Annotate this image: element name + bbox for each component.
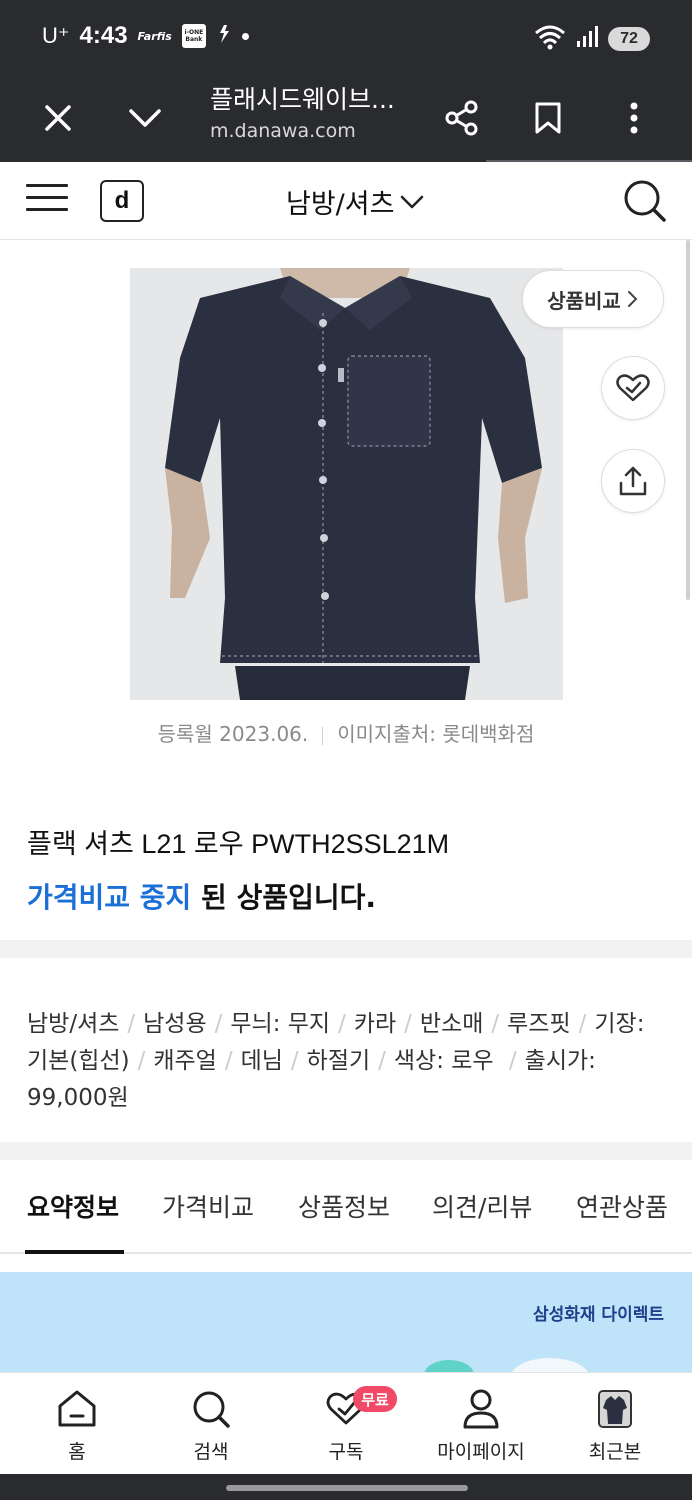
tab-product-info[interactable]: 상품정보	[298, 1188, 390, 1224]
tab-reviews[interactable]: 의견/리뷰	[432, 1188, 532, 1224]
denim-shirt-photo	[130, 268, 563, 700]
chevron-down-icon	[401, 195, 424, 208]
more-notifications-dot	[241, 32, 249, 40]
registered-date: 등록월 2023.06.	[157, 722, 309, 746]
system-navigation-bar	[0, 1474, 692, 1500]
search-button[interactable]	[622, 178, 668, 224]
share-icon	[445, 100, 478, 136]
product-name: 플랙 셔츠 L21 로우 PWTH2SSL21M	[27, 829, 450, 859]
heart-check-icon	[616, 374, 650, 402]
bookmark-button[interactable]	[520, 90, 576, 146]
banner-text: 삼성화재 다이렉트	[532, 1305, 664, 1325]
nav-label: 검색	[193, 1441, 229, 1463]
search-icon	[189, 1387, 233, 1431]
browser-toolbar: 플래시드웨이브... m.danawa.com	[0, 76, 692, 162]
detail-tabs: 요약정보 가격비교 상품정보 의견/리뷰 연관상품	[0, 1162, 692, 1254]
hamburger-line	[26, 184, 68, 187]
spec-item: 캐주얼	[153, 1048, 217, 1074]
collapse-button[interactable]	[117, 90, 173, 146]
more-vertical-icon	[630, 102, 638, 134]
bookmark-icon	[535, 102, 561, 134]
spec-item: 남방/셔츠	[27, 1011, 120, 1037]
chevron-right-icon	[627, 291, 638, 307]
nav-home[interactable]: 홈	[22, 1373, 132, 1475]
person-icon	[459, 1387, 503, 1431]
close-icon	[45, 105, 71, 131]
product-compare-button[interactable]: 상품비교	[522, 270, 664, 328]
spec-item: 남성용	[143, 1011, 207, 1037]
tab-summary[interactable]: 요약정보	[27, 1188, 119, 1224]
carrier-label: U⁺	[42, 23, 70, 48]
scrollbar[interactable]	[686, 240, 690, 600]
share-product-button[interactable]	[601, 449, 665, 513]
signal-icon	[576, 25, 600, 53]
menu-button[interactable]	[26, 184, 68, 216]
status-bar: U⁺ 4:43 Farfis i-ONE Bank 72	[0, 0, 692, 76]
spec-item: 색상: 로우	[393, 1048, 501, 1074]
spec-item: 루즈핏	[507, 1011, 571, 1037]
page-title[interactable]: 플래시드웨이브...	[210, 80, 395, 116]
category-label: 남방/셔츠	[286, 189, 395, 220]
search-icon	[624, 180, 666, 222]
close-tab-button[interactable]	[30, 90, 86, 146]
meta-separator	[322, 726, 324, 745]
product-meta: 등록월 2023.06. 이미지출처: 롯데백화점	[0, 718, 692, 747]
free-badge: 무료	[353, 1386, 397, 1412]
home-indicator[interactable]	[226, 1485, 468, 1491]
section-divider	[0, 1142, 692, 1160]
ad-banner[interactable]: 삼성화재 다이렉트	[0, 1272, 692, 1374]
status-bar-right: 72	[534, 24, 650, 54]
nav-label: 구독	[328, 1441, 364, 1463]
hamburger-line	[26, 196, 68, 199]
tab-price-compare[interactable]: 가격비교	[162, 1188, 254, 1224]
hamburger-line	[26, 208, 68, 211]
wifi-icon	[534, 24, 568, 54]
wishlist-button[interactable]	[601, 356, 665, 420]
price-status: 가격비교 중지 된 상품입니다.	[27, 876, 376, 916]
spec-item: 데님	[240, 1048, 283, 1074]
page-url[interactable]: m.danawa.com	[210, 120, 356, 142]
nav-label: 홈	[68, 1441, 86, 1463]
spec-item: 무늬: 무지	[230, 1011, 331, 1037]
home-icon	[55, 1387, 99, 1431]
share-button[interactable]	[434, 90, 490, 146]
nav-label: 최근본	[588, 1441, 642, 1463]
upload-share-icon	[619, 466, 647, 496]
section-divider	[0, 940, 692, 958]
nav-label: 마이페이지	[437, 1441, 525, 1463]
recent-thumbnail	[593, 1387, 637, 1431]
nav-recent[interactable]: 최근본	[560, 1373, 670, 1475]
app-notification-icon-2	[216, 23, 232, 49]
more-menu-button[interactable]	[606, 90, 662, 146]
nav-search[interactable]: 검색	[156, 1373, 266, 1475]
spec-item: 카라	[353, 1011, 397, 1037]
bottom-navigation: 홈 검색 구독 마이페이지 최근본	[0, 1372, 692, 1474]
status-highlight: 가격비교 중지	[27, 881, 192, 914]
image-source: 이미지출처: 롯데백화점	[337, 722, 535, 746]
clock: 4:43	[79, 22, 128, 49]
battery-indicator: 72	[608, 27, 650, 51]
product-specs: 남방/셔츠 / 남성용 / 무늬: 무지 / 카라 / 반소매 / 루즈핏 / 기장: 기본(힙선) / 캐…	[27, 1011, 645, 1111]
product-image[interactable]	[130, 268, 563, 700]
spec-item: 하절기	[306, 1048, 371, 1074]
site-logo[interactable]: d	[100, 180, 144, 222]
nav-mypage[interactable]: 마이페이지	[426, 1373, 536, 1475]
bank-notification-icon: i-ONE Bank	[181, 24, 206, 48]
app-notification-icon: Farfis	[137, 29, 172, 43]
tab-related[interactable]: 연관상품	[576, 1188, 668, 1224]
status-text: 된 상품입니다.	[191, 881, 377, 914]
active-tab-indicator	[25, 1250, 124, 1254]
chevron-down-icon	[129, 109, 161, 127]
category-dropdown[interactable]: 남방/셔츠	[286, 182, 424, 221]
status-bar-left: U⁺ 4:43 Farfis i-ONE Bank	[42, 22, 249, 50]
site-header: d 남방/셔츠	[0, 162, 692, 240]
spec-item: 반소매	[419, 1011, 484, 1037]
compare-label: 상품비교	[547, 288, 621, 313]
recent-product-thumb	[598, 1390, 632, 1428]
